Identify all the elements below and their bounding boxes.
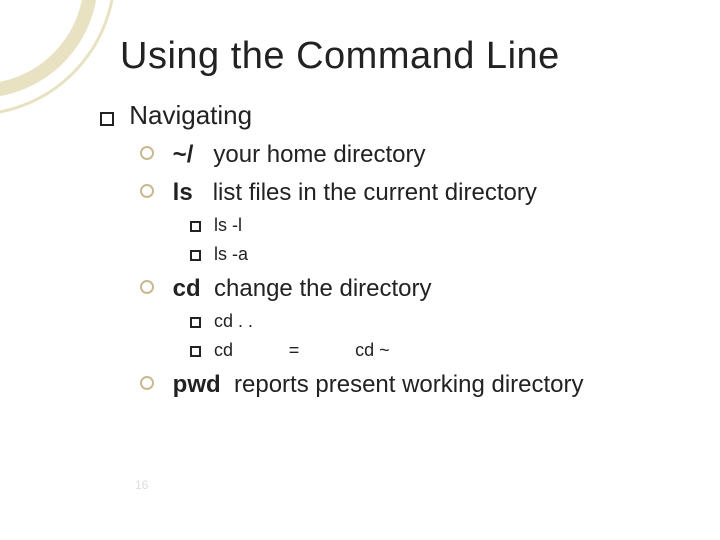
desc-home: your home directory — [213, 141, 425, 168]
bullet-ring-icon — [140, 376, 154, 390]
section-heading: Navigating — [100, 100, 670, 131]
opt-ls-l-text: ls -l — [214, 215, 242, 235]
cmd-home: ~/ — [173, 141, 194, 168]
bullet-ring-icon — [140, 280, 154, 294]
bullet-ring-icon — [140, 146, 154, 160]
opt-cd-equiv: cd = cd ~ — [190, 340, 670, 361]
opt-cd-dotdot: cd . . — [190, 311, 670, 332]
cmd-cd: cd — [173, 275, 201, 302]
slide-title: Using the Command Line — [120, 35, 670, 78]
page-number: 16 — [135, 478, 148, 492]
opt-ls-l: ls -l — [190, 215, 670, 236]
cmd-ls: ls — [173, 179, 193, 206]
cmd-pwd: pwd — [173, 371, 221, 398]
desc-pwd: reports present working directory — [234, 371, 583, 398]
item-home: ~/ your home directory — [140, 141, 670, 169]
opt-cd-eq: = — [279, 340, 309, 361]
opt-cd-right: cd ~ — [355, 340, 390, 360]
bullet-ring-icon — [140, 184, 154, 198]
desc-cd: change the directory — [214, 275, 431, 302]
section-heading-text: Navigating — [129, 100, 252, 130]
opt-ls-a-text: ls -a — [214, 244, 248, 264]
slide-body: Using the Command Line Navigating ~/ you… — [0, 0, 720, 540]
opt-cd-left: cd — [214, 340, 233, 360]
desc-ls: list files in the current directory — [213, 179, 537, 206]
item-cd: cd change the directory — [140, 275, 670, 303]
item-pwd: pwd reports present working directory — [140, 371, 670, 399]
item-ls: ls list files in the current directory — [140, 179, 670, 207]
opt-ls-a: ls -a — [190, 244, 670, 265]
section-navigating: Navigating ~/ your home directory ls lis… — [100, 100, 670, 399]
opt-cd-dotdot-text: cd . . — [214, 311, 253, 331]
